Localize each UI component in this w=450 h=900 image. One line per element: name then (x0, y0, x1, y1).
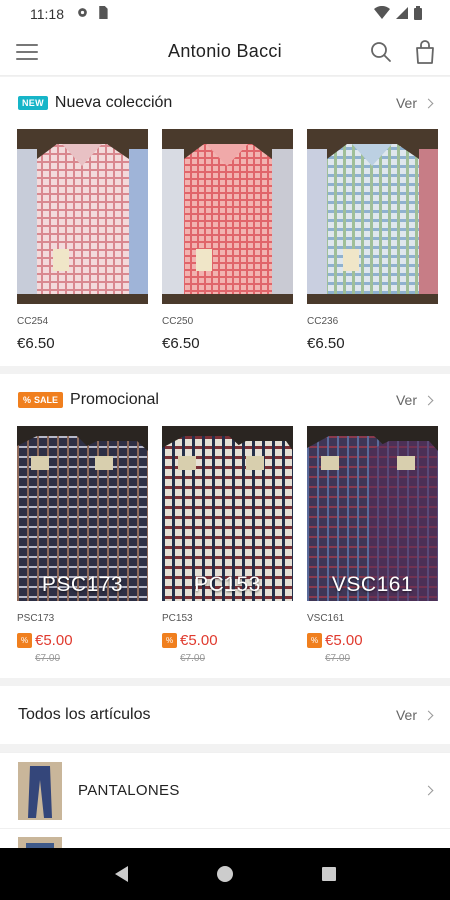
tag-icon: % (23, 395, 32, 405)
product-card[interactable]: CC254 €6.50 (17, 129, 148, 352)
product-code: PC153 (162, 613, 193, 624)
chevron-right-icon (423, 710, 434, 720)
see-all-promo-link[interactable]: Ver (395, 392, 434, 408)
settings-icon (76, 6, 89, 22)
category-thumbnail (18, 761, 62, 820)
sale-price: €5.00 (35, 632, 73, 649)
see-all-label: Ver (395, 392, 417, 408)
see-all-label: Ver (395, 707, 417, 723)
new-badge: NEW (18, 96, 48, 110)
product-overlay-code: PSC173 (41, 573, 124, 596)
product-card[interactable]: VSC161 VSC161 % €5.00 €7.00 (307, 426, 438, 664)
shopping-bag-icon[interactable] (414, 40, 436, 64)
recent-apps-icon[interactable] (321, 867, 336, 881)
section-title: Todos los artículos (18, 706, 151, 723)
product-card[interactable]: CC250 €6.50 (162, 129, 293, 352)
product-code: VSC161 (307, 613, 345, 624)
discount-tag-icon: % (17, 633, 32, 648)
product-code: CC250 (162, 316, 194, 327)
old-price: €7.00 (35, 653, 61, 664)
menu-icon[interactable] (16, 40, 40, 64)
sale-price: €5.00 (325, 632, 363, 649)
chevron-right-icon (423, 395, 434, 405)
see-all-label: Ver (395, 95, 417, 111)
category-label: PANTALONES (78, 782, 180, 799)
promo-products-row: PSC173 PSC173 % €5.00 €7.00 PC153 PC153 … (0, 426, 450, 664)
section-title: Nueva colección (54, 94, 173, 111)
all-articles-header: Todos los artículos Ver (0, 686, 450, 744)
sale-badge-label: SALE (34, 395, 59, 405)
product-code: CC254 (17, 316, 49, 327)
product-code: PSC173 (17, 613, 55, 624)
old-price: €7.00 (180, 653, 206, 664)
battery-icon (414, 5, 422, 23)
product-image: PSC173 (17, 426, 148, 601)
wifi-icon (374, 5, 390, 22)
product-card[interactable]: PSC173 PSC173 % €5.00 €7.00 (17, 426, 148, 664)
back-icon[interactable] (114, 866, 128, 882)
search-icon[interactable] (370, 41, 392, 63)
product-overlay-code: VSC161 (331, 573, 414, 596)
see-all-new-link[interactable]: Ver (395, 95, 434, 111)
new-collection-section: NEW Nueva colección Ver CC254 €6.50 CC25… (0, 77, 450, 366)
all-articles-section: Todos los artículos Ver (0, 686, 450, 744)
chevron-right-icon (423, 98, 434, 108)
sale-price-line: % €5.00 (17, 632, 148, 649)
sim-card-icon (97, 6, 108, 22)
promo-header: % SALE Promocional Ver (0, 374, 450, 426)
promo-section: % SALE Promocional Ver PSC173 PSC173 % €… (0, 374, 450, 678)
system-nav-bar (0, 848, 450, 900)
chevron-right-icon (423, 785, 434, 796)
status-right (374, 5, 422, 23)
sale-price-line: % €5.00 (307, 632, 438, 649)
new-products-row: CC254 €6.50 CC250 €6.50 CC236 €6.50 (0, 129, 450, 352)
sale-badge: % SALE (18, 392, 64, 408)
product-card[interactable]: PC153 PC153 % €5.00 €7.00 (162, 426, 293, 664)
category-list: PANTALONES (0, 752, 450, 848)
discount-tag-icon: % (162, 633, 177, 648)
section-title: Promocional (70, 391, 159, 408)
category-thumbnail (18, 837, 62, 848)
see-all-articles-link[interactable]: Ver (395, 707, 434, 723)
product-overlay-code: PC153 (194, 573, 261, 596)
status-bar: 11:18 (0, 0, 450, 28)
product-price: €6.50 (17, 335, 55, 352)
sale-price: €5.00 (180, 632, 218, 649)
product-image (307, 129, 438, 304)
category-item-pantalones[interactable]: PANTALONES (0, 752, 450, 828)
old-price: €7.00 (325, 653, 351, 664)
sale-price-line: % €5.00 (162, 632, 293, 649)
signal-icon (396, 6, 408, 22)
product-price: €6.50 (307, 335, 345, 352)
product-price: €6.50 (162, 335, 200, 352)
content: NEW Nueva colección Ver CC254 €6.50 CC25… (0, 77, 450, 848)
product-image (162, 129, 293, 304)
new-collection-header: NEW Nueva colección Ver (0, 77, 450, 129)
status-time: 11:18 (30, 6, 64, 22)
product-image: PC153 (162, 426, 293, 601)
app-bar: Antonio Bacci (0, 28, 450, 76)
category-item-next[interactable] (0, 828, 450, 848)
product-card[interactable]: CC236 €6.50 (307, 129, 438, 352)
discount-tag-icon: % (307, 633, 322, 648)
home-icon[interactable] (216, 866, 233, 882)
product-image: VSC161 (307, 426, 438, 601)
product-code: CC236 (307, 316, 339, 327)
product-image (17, 129, 148, 304)
